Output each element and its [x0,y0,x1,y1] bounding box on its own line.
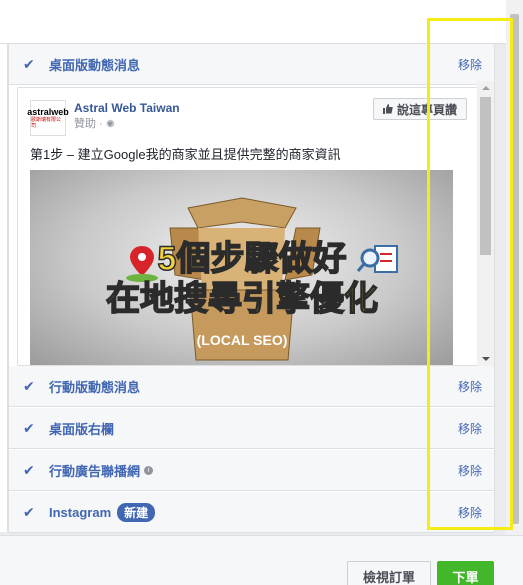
placement-label: 行動版動態消息 [49,379,141,395]
place-order-button[interactable]: 下單 [437,561,494,585]
ad-image[interactable]: 5個步驟做好 在地搜尋引擎優化 (LOCAL SEO) [30,170,453,365]
post-text: 第1步 – 建立Google我的商家並且提供完整的商家資訊 [30,147,341,162]
page-name-link[interactable]: Astral Web Taiwan [74,100,180,116]
info-icon[interactable]: i [144,465,154,475]
sponsored-text: 贊助 · [74,118,106,130]
post-meta: Astral Web Taiwan 贊助 · [74,100,180,136]
placement-row-mobile-feed[interactable]: ✔ 行動版動態消息 移除 [9,366,494,407]
review-order-button[interactable]: 檢視訂單 [347,561,431,585]
post-header: astralweb 歐斯瑞有限公司 Astral Web Taiwan 贊助 · [27,100,180,136]
placement-label: 桌面版右欄 [49,421,115,437]
placement-row-desktop-right-column[interactable]: ✔ 桌面版右欄 移除 [9,408,494,449]
search-checklist-icon [356,245,398,273]
image-headline-1: 5個步驟做好 [158,240,347,278]
logo-text: astralweb [27,107,69,117]
ad-placement-dialog: ✔ 桌面版動態消息 移除 astralweb 歐斯瑞有限公司 Astral We… [0,0,523,585]
placement-label: 桌面版動態消息 [49,57,141,73]
globe-icon [106,119,115,128]
logo-subtext: 歐斯瑞有限公司 [31,117,62,129]
highlight-box [427,18,513,530]
map-pin-icon [126,246,158,282]
avatar[interactable]: astralweb 歐斯瑞有限公司 [27,100,69,136]
check-icon: ✔ [23,377,35,394]
check-icon: ✔ [23,503,35,520]
check-icon: ✔ [23,419,35,436]
sponsored-label: 贊助 · [74,116,180,132]
placement-row-instagram[interactable]: ✔ Instagram 新建 移除 [9,492,494,533]
placement-label: 行動廣告聯播網 [49,463,141,479]
placement-row-desktop-feed[interactable]: ✔ 桌面版動態消息 移除 [9,44,494,85]
image-headline-2: 在地搜尋引擎優化 [106,280,378,318]
left-panel-edge [0,44,8,532]
image-subtitle: (LOCAL SEO) [197,332,288,348]
local-seo-graphic: 5個步驟做好 在地搜尋引擎優化 (LOCAL SEO) [105,197,398,361]
placements-panel: ✔ 桌面版動態消息 移除 astralweb 歐斯瑞有限公司 Astral We… [8,44,495,533]
ad-preview: astralweb 歐斯瑞有限公司 Astral Web Taiwan 贊助 ·… [17,87,486,366]
placement-row-audience-network[interactable]: ✔ 行動廣告聯播網 i 移除 [9,450,494,491]
check-icon: ✔ [23,55,35,72]
new-badge: 新建 [117,502,156,522]
check-icon: ✔ [23,461,35,478]
placement-label: Instagram [49,504,112,520]
thumbs-up-icon [382,104,393,114]
